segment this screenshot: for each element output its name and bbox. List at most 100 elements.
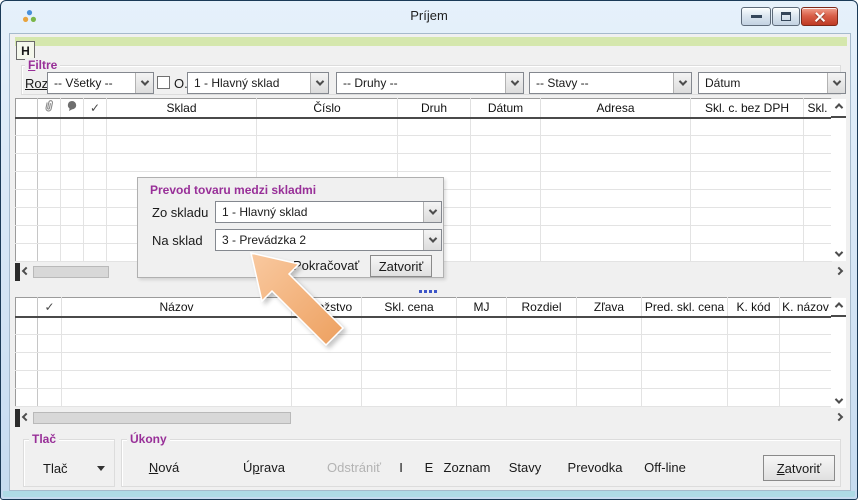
grid-cell[interactable] bbox=[728, 371, 780, 389]
grid-cell[interactable] bbox=[107, 154, 257, 172]
grid-cell[interactable] bbox=[780, 353, 832, 371]
minimize-button[interactable] bbox=[741, 7, 771, 26]
scrollbar-thumb[interactable] bbox=[33, 412, 291, 424]
grid-cell[interactable] bbox=[541, 190, 691, 208]
grid-cell[interactable] bbox=[471, 172, 541, 190]
grid-cell[interactable] bbox=[38, 335, 62, 353]
grid-cell[interactable] bbox=[257, 136, 398, 154]
scrollbar-thumb[interactable] bbox=[33, 266, 109, 278]
check-column-header[interactable]: ✓ bbox=[38, 298, 62, 317]
grid-cell[interactable] bbox=[507, 335, 577, 353]
grid-cell[interactable] bbox=[642, 353, 728, 371]
grid-cell[interactable] bbox=[398, 118, 471, 136]
grid-cell[interactable] bbox=[471, 226, 541, 244]
scroll-down-icon[interactable] bbox=[834, 248, 842, 256]
grid-cell[interactable] bbox=[577, 389, 642, 407]
grid-cell[interactable] bbox=[84, 118, 107, 136]
scroll-right-icon[interactable] bbox=[835, 267, 843, 275]
grid-cell[interactable] bbox=[457, 317, 507, 335]
grid-cell[interactable] bbox=[804, 172, 832, 190]
column-header-k-kod[interactable]: K. kód bbox=[728, 298, 780, 317]
grid-cell[interactable] bbox=[804, 226, 832, 244]
grid-cell[interactable] bbox=[16, 208, 38, 226]
grid-cell[interactable] bbox=[691, 136, 804, 154]
grid-cell[interactable] bbox=[38, 118, 61, 136]
grid-cell[interactable] bbox=[780, 335, 832, 353]
grid-cell[interactable] bbox=[577, 371, 642, 389]
grid-cell[interactable] bbox=[780, 317, 832, 335]
grid-cell[interactable] bbox=[642, 335, 728, 353]
column-header-datum[interactable]: Dátum bbox=[471, 99, 541, 118]
column-header-k-nazov[interactable]: K. názov bbox=[780, 298, 832, 317]
chevron-down-icon[interactable] bbox=[673, 73, 691, 93]
close-button[interactable] bbox=[801, 7, 838, 26]
grid-cell[interactable] bbox=[471, 190, 541, 208]
scroll-up-icon[interactable] bbox=[834, 103, 842, 111]
table-row[interactable] bbox=[16, 353, 832, 371]
grid-cell[interactable] bbox=[541, 154, 691, 172]
scroll-left-icon[interactable] bbox=[22, 413, 30, 421]
transfer-button[interactable]: Prevodka bbox=[564, 455, 627, 481]
column-header-adresa[interactable]: Adresa bbox=[541, 99, 691, 118]
grid-cell[interactable] bbox=[16, 118, 38, 136]
grid-cell[interactable] bbox=[471, 136, 541, 154]
chevron-down-icon[interactable] bbox=[135, 73, 153, 93]
grid-cell[interactable] bbox=[38, 136, 61, 154]
grid-cell[interactable] bbox=[16, 389, 38, 407]
attachment-column-header[interactable] bbox=[38, 99, 61, 118]
table-row[interactable] bbox=[16, 389, 832, 407]
column-header-pred-skl-cena[interactable]: Pred. skl. cena bbox=[642, 298, 728, 317]
grid-cell[interactable] bbox=[38, 208, 61, 226]
warehouse-combobox[interactable]: 1 - Hlavný sklad bbox=[187, 72, 329, 94]
grid-cell[interactable] bbox=[728, 353, 780, 371]
e-button[interactable]: E bbox=[421, 455, 438, 481]
chevron-down-icon[interactable] bbox=[505, 73, 523, 93]
states-combobox[interactable]: -- Stavy -- bbox=[529, 72, 692, 94]
grid-cell[interactable] bbox=[362, 389, 457, 407]
grid-cell[interactable] bbox=[62, 317, 292, 335]
grid-cell[interactable] bbox=[107, 118, 257, 136]
grid-cell[interactable] bbox=[362, 335, 457, 353]
grid-cell[interactable] bbox=[38, 172, 61, 190]
types-combobox[interactable]: -- Druhy -- bbox=[336, 72, 524, 94]
grid-cell[interactable] bbox=[62, 371, 292, 389]
column-header-cislo[interactable]: Číslo bbox=[257, 99, 398, 118]
grid-cell[interactable] bbox=[16, 136, 38, 154]
grid-cell[interactable] bbox=[541, 172, 691, 190]
grid-cell[interactable] bbox=[471, 154, 541, 172]
grid-cell[interactable] bbox=[804, 118, 832, 136]
scroll-left-icon[interactable] bbox=[22, 267, 30, 275]
column-header-skl-cena[interactable]: Skl. cena bbox=[362, 298, 457, 317]
grid-cell[interactable] bbox=[84, 244, 107, 262]
grid-cell[interactable] bbox=[642, 317, 728, 335]
column-header-sklad[interactable]: Sklad bbox=[107, 99, 257, 118]
grid-cell[interactable] bbox=[84, 226, 107, 244]
chevron-down-icon[interactable] bbox=[310, 73, 328, 93]
grid-cell[interactable] bbox=[457, 371, 507, 389]
grid-cell[interactable] bbox=[362, 317, 457, 335]
title-bar[interactable]: Príjem bbox=[1, 1, 857, 33]
grid-cell[interactable] bbox=[292, 353, 362, 371]
chevron-down-icon[interactable] bbox=[423, 202, 441, 222]
grid-cell[interactable] bbox=[728, 389, 780, 407]
grid-cell[interactable] bbox=[38, 154, 61, 172]
grid-cell[interactable] bbox=[61, 244, 84, 262]
o-checkbox[interactable] bbox=[157, 76, 170, 89]
grid-cell[interactable] bbox=[292, 317, 362, 335]
edit-button[interactable]: Úprava bbox=[239, 455, 289, 481]
grid-cell[interactable] bbox=[577, 353, 642, 371]
grid-cell[interactable] bbox=[61, 226, 84, 244]
grid-cell[interactable] bbox=[38, 190, 61, 208]
table-row[interactable] bbox=[16, 335, 832, 353]
table-row[interactable] bbox=[16, 154, 832, 172]
grid-cell[interactable] bbox=[61, 136, 84, 154]
grid-cell[interactable] bbox=[16, 154, 38, 172]
grid-cell[interactable] bbox=[541, 136, 691, 154]
grid-cell[interactable] bbox=[780, 371, 832, 389]
splitter-grip[interactable] bbox=[419, 290, 437, 293]
scope-combobox[interactable]: -- Všetky -- bbox=[47, 72, 154, 94]
column-header-skl-c-bez-dph[interactable]: Skl. c. bez DPH bbox=[691, 99, 804, 118]
states-button[interactable]: Stavy bbox=[505, 455, 546, 481]
grid-cell[interactable] bbox=[691, 226, 804, 244]
table-row[interactable] bbox=[16, 317, 832, 335]
